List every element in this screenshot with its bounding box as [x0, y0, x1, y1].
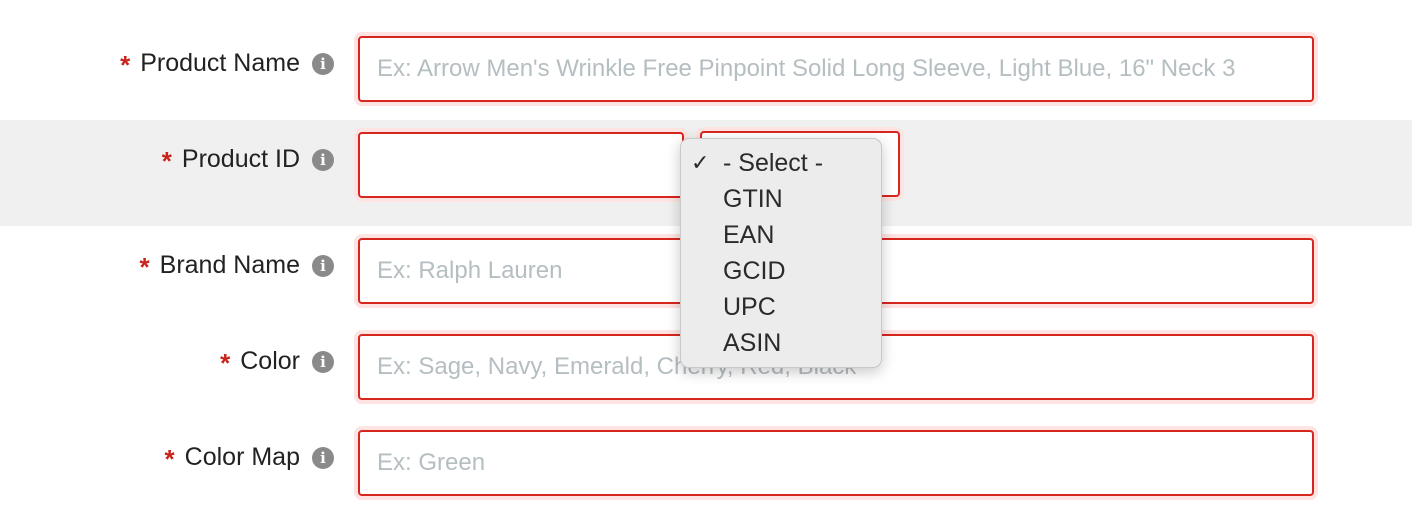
color-map-row: * Color Map i [0, 418, 1412, 514]
required-asterisk: * [120, 50, 131, 80]
product-name-label-text: Product Name [140, 49, 300, 77]
product-id-input[interactable] [358, 132, 684, 198]
dropdown-option-ean[interactable]: EAN [681, 217, 881, 253]
dropdown-option-label: ASIN [723, 329, 782, 357]
required-asterisk: * [161, 146, 172, 176]
info-icon[interactable]: i [312, 446, 334, 469]
dropdown-option-upc[interactable]: UPC [681, 289, 881, 325]
info-icon[interactable]: i [312, 350, 334, 373]
dropdown-option-select[interactable]: ✓ - Select - [681, 145, 881, 181]
product-name-label: * Product Name i [120, 48, 334, 80]
dropdown-option-label: UPC [723, 293, 776, 321]
dropdown-option-asin[interactable]: ASIN [681, 325, 881, 361]
product-name-row: * Product Name i [0, 0, 1412, 118]
required-asterisk: * [164, 444, 175, 474]
dropdown-option-label: EAN [723, 221, 775, 249]
product-id-label: * Product ID i [161, 144, 334, 176]
product-id-type-dropdown: ✓ - Select - GTIN EAN GCID UPC ASIN [680, 138, 882, 368]
required-asterisk: * [139, 252, 150, 282]
product-name-input[interactable] [358, 36, 1314, 102]
brand-name-label: * Brand Name i [139, 250, 334, 282]
dropdown-option-gcid[interactable]: GCID [681, 253, 881, 289]
info-icon[interactable]: i [312, 254, 334, 277]
product-form: * Product Name i * Product ID i * Brand … [0, 0, 1412, 514]
dropdown-option-label: - Select - [723, 149, 824, 177]
dropdown-option-label: GTIN [723, 185, 783, 213]
product-id-label-text: Product ID [181, 145, 300, 173]
checkmark-icon: ✓ [691, 150, 710, 175]
brand-name-label-text: Brand Name [159, 251, 300, 279]
color-label-text: Color [240, 347, 300, 375]
color-map-label-text: Color Map [184, 443, 300, 471]
dropdown-option-gtin[interactable]: GTIN [681, 181, 881, 217]
info-icon[interactable]: i [312, 52, 334, 75]
color-map-label: * Color Map i [164, 442, 334, 474]
dropdown-option-label: GCID [723, 257, 786, 285]
required-asterisk: * [220, 348, 231, 378]
color-label: * Color i [220, 346, 334, 378]
info-icon[interactable]: i [312, 148, 334, 171]
color-map-input[interactable] [358, 430, 1314, 496]
